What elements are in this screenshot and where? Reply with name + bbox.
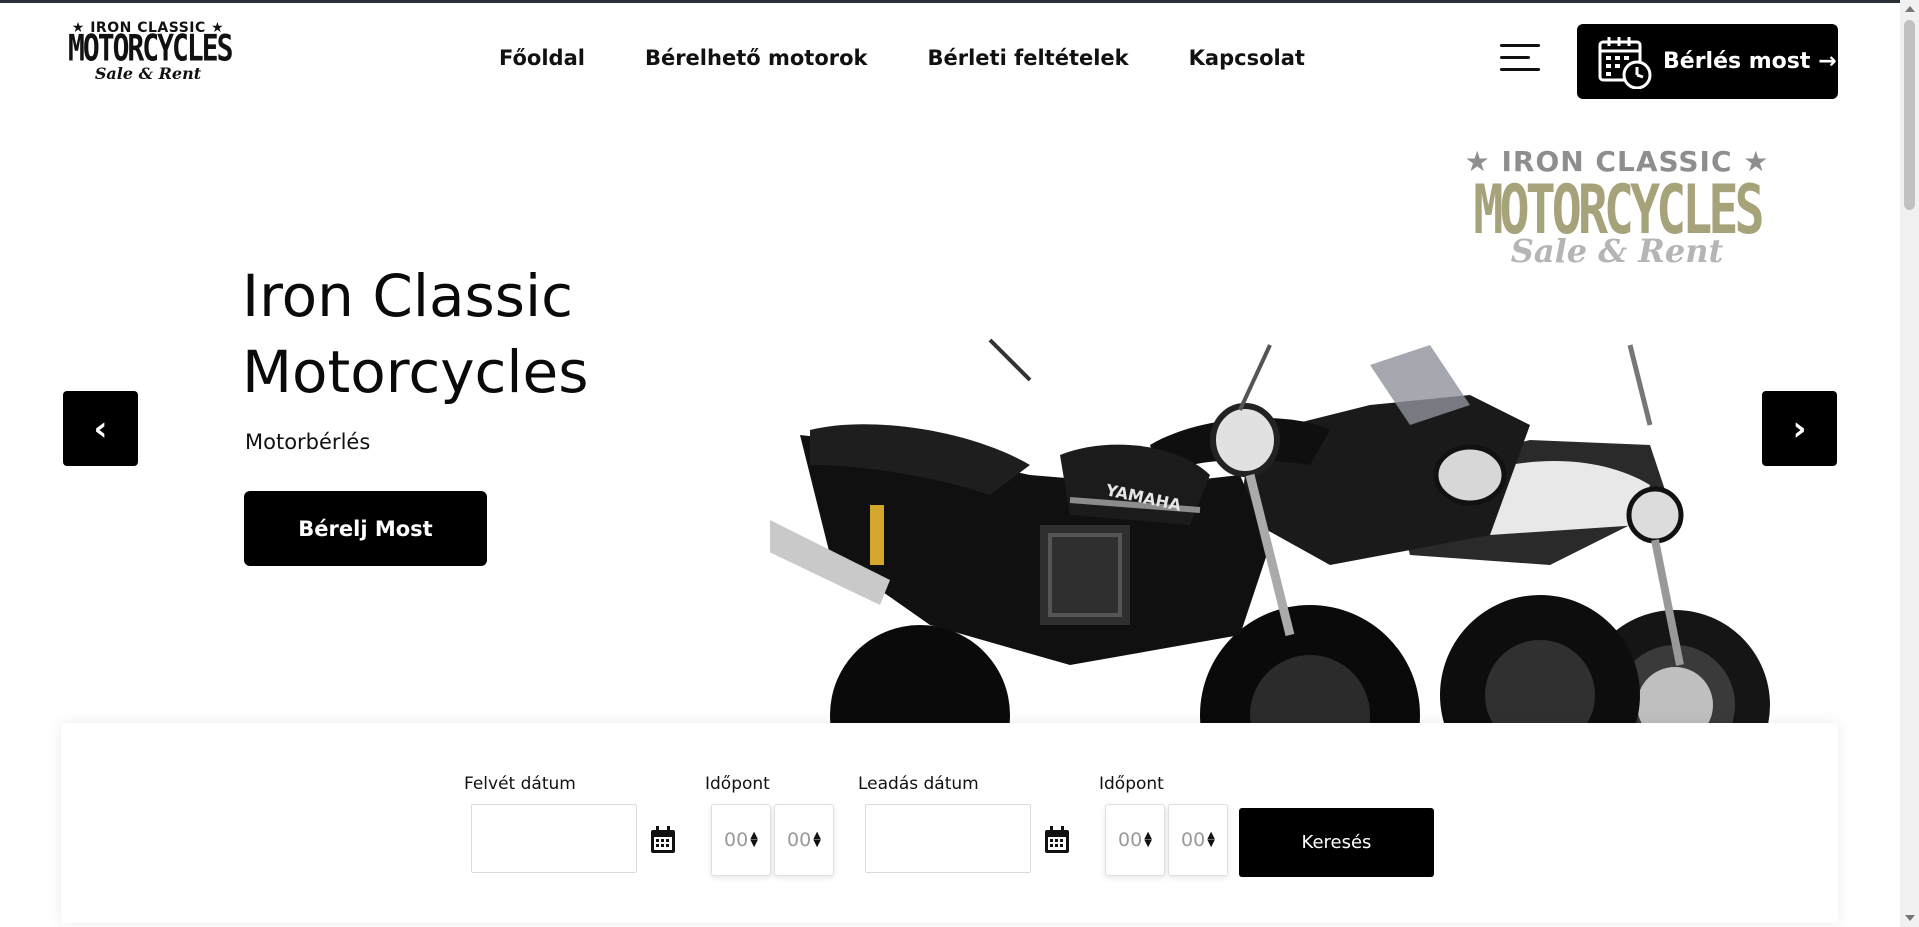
main-nav: Főoldal Bérelhető motorok Bérleti feltét… <box>499 46 1305 70</box>
nav-item-rentable-motorcycles[interactable]: Bérelhető motorok <box>645 46 868 70</box>
return-hour-select[interactable]: 00 ▲ ▼ <box>1105 804 1165 876</box>
scrollbar-thumb[interactable] <box>1904 20 1915 210</box>
carousel-prev-button[interactable]: ‹ <box>63 391 138 466</box>
hero-subtitle: Motorbérlés <box>245 430 371 454</box>
hero-brand-badge: ★ IRON CLASSIC ★ MOTORCYCLES Sale & Rent <box>1452 145 1782 285</box>
rent-now-cta-button[interactable]: Bérelj Most <box>244 491 487 566</box>
calendar-clock-icon <box>1598 36 1652 89</box>
search-button[interactable]: Keresés <box>1239 808 1434 877</box>
nav-item-rental-terms[interactable]: Bérleti feltételek <box>928 46 1129 70</box>
site-logo[interactable]: ★ IRON CLASSIC ★ MOTORCYCLES Sale & Rent <box>68 20 233 90</box>
pickup-minute-value: 00 <box>787 829 812 851</box>
chevron-left-icon: ‹ <box>93 408 108 449</box>
nav-item-home[interactable]: Főoldal <box>499 46 585 70</box>
pickup-date-input[interactable] <box>471 804 637 873</box>
return-date-label: Leadás dátum <box>858 774 979 794</box>
scroll-up-icon[interactable] <box>1905 6 1915 12</box>
return-time-label: Időpont <box>1099 774 1164 794</box>
motorcycles-illustration: YAMAHA <box>770 338 1770 723</box>
nav-item-contact[interactable]: Kapcsolat <box>1189 46 1305 70</box>
spinner-icon: ▲ ▼ <box>750 830 758 849</box>
window-top-border <box>0 0 1919 3</box>
return-date-input[interactable] <box>865 804 1031 873</box>
pickup-minute-select[interactable]: 00 ▲ ▼ <box>774 804 834 876</box>
pickup-calendar-icon[interactable] <box>650 826 676 854</box>
scroll-down-icon[interactable] <box>1905 915 1915 921</box>
pickup-hour-select[interactable]: 00 ▲ ▼ <box>711 804 771 876</box>
hero-motorcycles-image: YAMAHA <box>770 335 1795 723</box>
rent-now-button[interactable]: Bérlés most → <box>1577 24 1838 99</box>
pickup-date-label: Felvét dátum <box>464 774 576 794</box>
rent-now-label: Bérlés most → <box>1663 49 1837 74</box>
return-minute-value: 00 <box>1181 829 1206 851</box>
pickup-time-label: Időpont <box>705 774 770 794</box>
spinner-icon: ▲ ▼ <box>1207 830 1215 849</box>
hamburger-bar <box>1500 56 1530 59</box>
return-calendar-icon[interactable] <box>1044 826 1070 854</box>
badge-line-2: MOTORCYCLES <box>1473 170 1764 250</box>
logo-line-2: MOTORCYCLES <box>68 26 233 70</box>
spinner-icon: ▲ ▼ <box>813 830 821 849</box>
spinner-icon: ▲ ▼ <box>1144 830 1152 849</box>
hero-title: Iron Classic Motorcycles <box>242 262 589 406</box>
hamburger-bar <box>1500 68 1540 71</box>
return-minute-select[interactable]: 00 ▲ ▼ <box>1168 804 1228 876</box>
pickup-hour-value: 00 <box>724 829 749 851</box>
hamburger-bar <box>1500 44 1540 47</box>
page-scrollbar[interactable] <box>1900 0 1919 927</box>
hamburger-menu-icon[interactable] <box>1500 42 1542 72</box>
return-hour-value: 00 <box>1118 829 1143 851</box>
